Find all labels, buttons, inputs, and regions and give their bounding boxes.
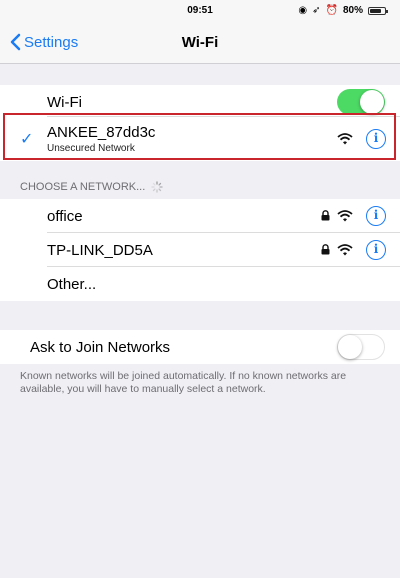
battery-percent: 80% bbox=[342, 5, 363, 16]
wifi-label: Wi-Fi bbox=[47, 94, 82, 111]
info-icon[interactable]: i bbox=[366, 206, 386, 226]
toggle-knob bbox=[338, 335, 362, 359]
toggle-knob bbox=[360, 90, 384, 114]
page-title: Wi-Fi bbox=[181, 34, 219, 51]
location-icon: ➶ bbox=[312, 5, 321, 16]
network-name: TP-LINK_DD5A bbox=[47, 242, 153, 259]
connected-network-name: ANKEE_87dd3c bbox=[47, 124, 156, 141]
ask-to-join-footer: Known networks will be joined automatica… bbox=[20, 370, 347, 395]
wifi-toggle-row: Wi-Fi bbox=[0, 85, 400, 117]
wifi-signal-icon bbox=[337, 244, 353, 256]
navigation-bar: Settings Wi-Fi bbox=[0, 20, 400, 64]
orientation-lock-icon: ◉ bbox=[298, 5, 308, 16]
alarm-icon: ⏰ bbox=[325, 5, 338, 16]
network-name: office bbox=[47, 208, 83, 225]
connected-network-row[interactable]: ✓ ANKEE_87dd3c Unsecured Network i bbox=[0, 117, 400, 161]
network-list: office i TP-LINK_DD5A i Other... bbox=[0, 199, 400, 301]
loading-spinner-icon bbox=[151, 181, 163, 193]
wifi-signal-icon bbox=[337, 210, 353, 222]
checkmark-icon: ✓ bbox=[20, 131, 34, 148]
choose-network-header: CHOOSE A NETWORK... bbox=[20, 181, 163, 193]
battery-icon bbox=[368, 6, 388, 15]
status-bar: 09:51 ◉ ➶ ⏰ 80% bbox=[0, 0, 400, 20]
network-row-other[interactable]: Other... bbox=[0, 267, 400, 301]
ask-to-join-group: Ask to Join Networks bbox=[0, 330, 400, 364]
lock-icon bbox=[321, 244, 330, 255]
info-icon[interactable]: i bbox=[366, 240, 386, 260]
ask-to-join-toggle[interactable] bbox=[337, 334, 385, 360]
network-row-office[interactable]: office i bbox=[0, 199, 400, 233]
status-icons: ◉ ➶ ⏰ 80% bbox=[298, 5, 388, 16]
network-row-tp-link[interactable]: TP-LINK_DD5A i bbox=[0, 233, 400, 267]
wifi-group: Wi-Fi ✓ ANKEE_87dd3c Unsecured Network i bbox=[0, 85, 400, 161]
wifi-toggle[interactable] bbox=[337, 89, 385, 115]
info-icon[interactable]: i bbox=[366, 129, 386, 149]
connected-network-status: Unsecured Network bbox=[47, 143, 135, 154]
wifi-signal-icon bbox=[337, 133, 353, 145]
choose-network-label: CHOOSE A NETWORK... bbox=[20, 181, 146, 193]
ask-to-join-label: Ask to Join Networks bbox=[30, 339, 171, 356]
lock-icon bbox=[321, 210, 330, 221]
ask-to-join-row: Ask to Join Networks bbox=[0, 330, 400, 364]
other-network-label: Other... bbox=[47, 276, 97, 293]
